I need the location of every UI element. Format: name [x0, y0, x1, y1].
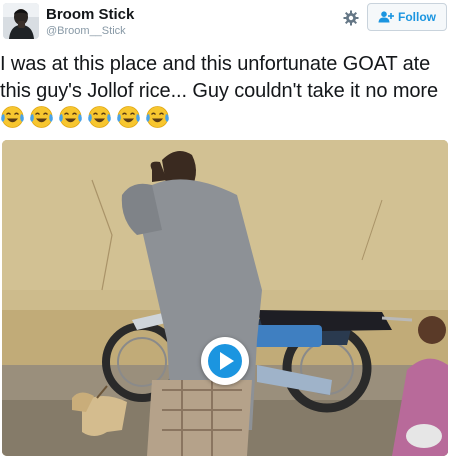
follow-button[interactable]: Follow [367, 3, 447, 31]
tears-of-joy-emoji-icon [146, 106, 169, 128]
tears-of-joy-emoji-icon [30, 106, 53, 128]
add-user-icon [378, 11, 394, 23]
gear-icon [343, 10, 359, 26]
author-display-name[interactable]: Broom Stick [46, 6, 134, 23]
video-still-image [2, 140, 448, 456]
avatar-icon [3, 3, 39, 39]
tears-of-joy-emoji-icon [88, 106, 111, 128]
follow-label: Follow [398, 10, 436, 24]
emoji-row [0, 106, 174, 130]
tweet-header: Broom Stick @Broom__Stick Follow [0, 0, 450, 46]
tears-of-joy-emoji-icon [117, 106, 140, 128]
settings-button[interactable] [340, 7, 362, 29]
play-button[interactable] [201, 337, 249, 385]
tweet-body: I was at this place and this unfortunate… [0, 53, 438, 102]
avatar[interactable] [3, 3, 39, 39]
video-thumbnail[interactable] [2, 140, 448, 456]
tears-of-joy-emoji-icon [59, 106, 82, 128]
play-icon [208, 344, 242, 378]
tweet-text: I was at this place and this unfortunate… [0, 51, 448, 133]
author-handle[interactable]: @Broom__Stick [46, 25, 126, 37]
tears-of-joy-emoji-icon [1, 106, 24, 128]
